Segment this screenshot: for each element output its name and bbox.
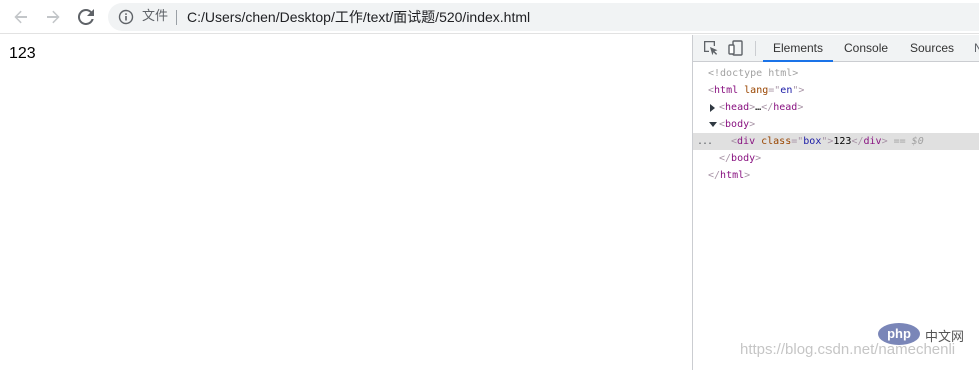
back-arrow-icon [14,10,27,24]
devtools-separator [755,41,756,56]
reload-icon [78,9,94,25]
browser-toolbar: 文件 C:/Users/chen/Desktop/工作/text/面试题/520… [0,0,979,34]
html-attr-name: lang [744,85,769,96]
back-button[interactable] [9,5,33,29]
tab-sources[interactable]: Sources [910,35,954,62]
devtools-panel: Elements Console Sources N <!doctype htm… [692,35,979,370]
body-tag-name: body [725,119,750,130]
dom-node-doctype[interactable]: <!doctype html> [693,65,979,82]
head-close-tag-name: head [773,102,798,113]
div-close-tag-name: div [863,136,882,147]
tab-network-partial[interactable]: N [974,35,979,62]
box-div: 123 [9,45,36,62]
dom-tree: <!doctype html> <html lang="en"> <head>…… [693,65,979,184]
html-close-tag: </html> [708,170,751,181]
inspect-element-icon[interactable] [703,40,719,56]
dom-node-html-close[interactable]: </html> [693,167,979,184]
forward-arrow-icon [47,10,60,24]
node-actions-ellipsis-icon[interactable]: ... [697,133,713,150]
html-open-tag: <html lang="en"> [708,85,805,96]
div-tag-name: div [737,136,756,147]
devtools-tabbar: Elements Console Sources N [693,35,979,62]
body-close-tag-name: body [731,153,756,164]
div-text-content: 123 [833,136,852,147]
forward-button[interactable] [41,5,65,29]
scheme-label: 文件 [142,9,169,24]
tab-elements[interactable]: Elements [763,35,833,62]
body-close-tag: </body> [719,153,762,164]
address-divider [176,10,177,25]
address-bar[interactable]: 文件 C:/Users/chen/Desktop/工作/text/面试题/520… [108,3,979,31]
url-text[interactable]: C:/Users/chen/Desktop/工作/text/面试题/520/in… [187,8,530,26]
dom-node-html[interactable]: <html lang="en"> [693,82,979,99]
reload-button[interactable] [74,5,98,29]
head-tag-name: head [725,102,750,113]
tab-console[interactable]: Console [844,35,888,62]
watermark-text: https://blog.csdn.net/namechenli [740,341,956,358]
info-icon[interactable] [118,9,134,25]
body-open-tag: <body> [719,119,756,130]
dom-node-body[interactable]: <body> [693,116,979,133]
expand-triangle-icon[interactable] [710,104,715,112]
head-tag: <head>…</head> [719,102,804,113]
selected-node-marker: == $0 [893,136,924,147]
div-attr-name: class [761,136,792,147]
div-element: <div class="box">123</div> == $0 [731,136,924,147]
html-attr-value: en [780,85,793,96]
dom-node-body-close[interactable]: </body> [693,150,979,167]
html-close-tag-name: html [720,170,745,181]
html-tag-name: html [714,85,739,96]
collapse-triangle-icon[interactable] [709,122,717,127]
dom-node-div-selected[interactable]: ... <div class="box">123</div> == $0 [693,133,979,150]
div-attr-value: box [803,136,822,147]
dom-node-head[interactable]: <head>…</head> [693,99,979,116]
page-viewport: 123 [0,35,692,370]
device-toolbar-icon[interactable] [728,40,744,56]
doctype-text: <!doctype html> [708,68,799,79]
